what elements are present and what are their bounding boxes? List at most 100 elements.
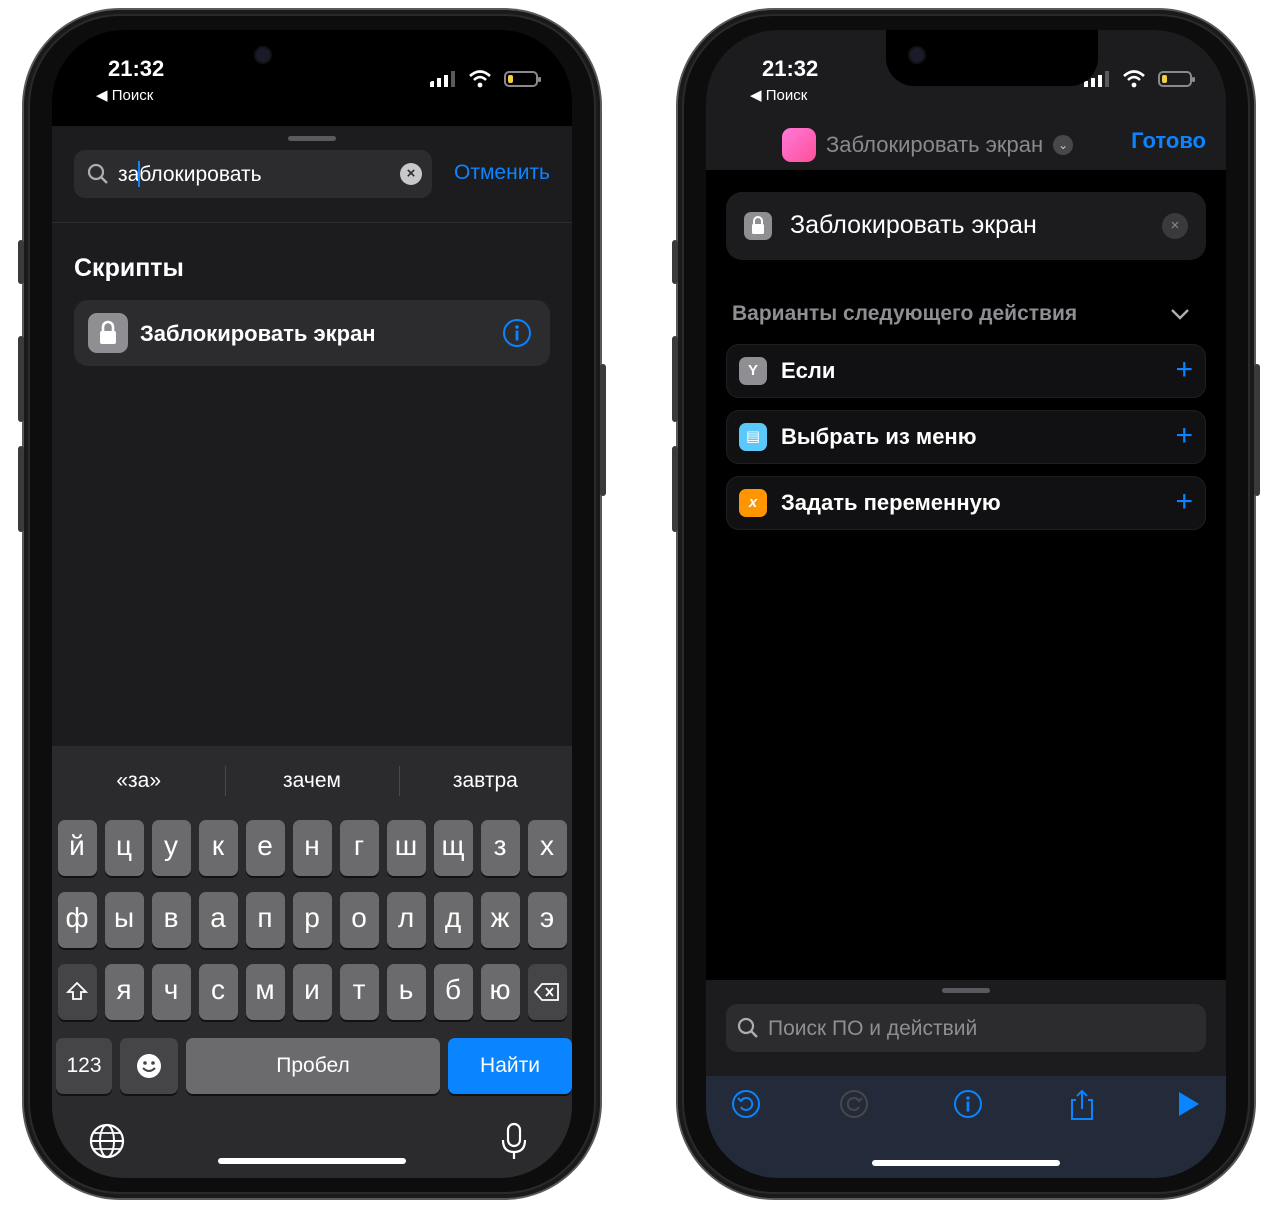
search-go-key[interactable]: Найти xyxy=(448,1038,572,1094)
menu-icon: ▤ xyxy=(739,423,767,451)
action-label: Заблокировать экран xyxy=(790,211,1037,239)
suggestion-item[interactable]: завтра xyxy=(398,746,572,816)
home-indicator[interactable] xyxy=(872,1160,1060,1166)
key[interactable]: ш xyxy=(386,820,426,876)
key[interactable]: ц xyxy=(104,820,144,876)
shortcut-result-item[interactable]: Заблокировать экран xyxy=(74,300,550,366)
globe-icon[interactable] xyxy=(88,1122,126,1160)
status-icons xyxy=(430,70,541,88)
key[interactable]: ч xyxy=(151,964,191,1020)
key[interactable]: в xyxy=(151,892,191,948)
microphone-icon[interactable] xyxy=(500,1122,528,1162)
status-time: 21:32 xyxy=(762,56,819,81)
play-icon[interactable] xyxy=(1172,1088,1204,1120)
key[interactable]: е xyxy=(245,820,285,876)
chevron-down-icon[interactable] xyxy=(1168,302,1192,326)
suggestion-label: Выбрать из меню xyxy=(781,424,977,449)
suggestion-item[interactable]: зачем xyxy=(225,746,398,816)
key[interactable]: л xyxy=(386,892,426,948)
sheet-grabber[interactable] xyxy=(942,988,990,993)
home-indicator[interactable] xyxy=(218,1158,406,1164)
shift-key[interactable] xyxy=(57,964,97,1020)
left-phone: 21:32 ◀ Поиск заблокировать × Отменить С xyxy=(18,10,606,1198)
clear-search-icon[interactable]: × xyxy=(400,163,422,185)
section-title: Скрипты xyxy=(74,254,184,282)
key[interactable]: к xyxy=(198,820,238,876)
back-to-search-link[interactable]: ◀ Поиск xyxy=(96,86,153,104)
workflow-title[interactable]: Заблокировать экран ⌄ xyxy=(782,128,1074,162)
battery-icon xyxy=(1158,71,1195,87)
remove-action-icon[interactable]: × xyxy=(1162,213,1188,239)
lock-icon xyxy=(744,212,772,240)
undo-icon[interactable] xyxy=(730,1088,762,1120)
suggestion-action-if[interactable]: Y Если + xyxy=(726,344,1206,398)
space-key[interactable]: Пробел xyxy=(186,1038,440,1094)
variable-icon: x xyxy=(739,489,767,517)
info-icon[interactable] xyxy=(952,1088,984,1120)
notch xyxy=(232,30,444,86)
key[interactable]: ы xyxy=(104,892,144,948)
suggestion-action-choose-menu[interactable]: ▤ Выбрать из меню + xyxy=(726,410,1206,464)
key[interactable]: у xyxy=(151,820,191,876)
action-card[interactable]: Заблокировать экран × xyxy=(726,192,1206,260)
suggestion-action-set-variable[interactable]: x Задать переменную + xyxy=(726,476,1206,530)
redo-icon[interactable] xyxy=(838,1088,870,1120)
key[interactable]: и xyxy=(292,964,332,1020)
key[interactable]: с xyxy=(198,964,238,1020)
editor-toolbar xyxy=(706,1076,1226,1178)
cancel-button[interactable]: Отменить xyxy=(454,161,550,185)
sheet-grabber[interactable] xyxy=(288,136,336,141)
share-icon[interactable] xyxy=(1066,1088,1098,1122)
add-icon[interactable]: + xyxy=(1175,419,1193,453)
info-icon[interactable] xyxy=(502,318,532,348)
key[interactable]: о xyxy=(339,892,379,948)
add-icon[interactable]: + xyxy=(1175,485,1193,519)
bottom-key-row: 123 Пробел Найти xyxy=(56,1038,572,1094)
actions-search-input[interactable]: Поиск ПО и действий xyxy=(726,1004,1206,1052)
key[interactable]: б xyxy=(433,964,473,1020)
key[interactable]: м xyxy=(245,964,285,1020)
key[interactable]: ю xyxy=(480,964,520,1020)
search-row: заблокировать × Отменить xyxy=(74,150,550,198)
numbers-key[interactable]: 123 xyxy=(56,1038,112,1094)
key[interactable]: д xyxy=(433,892,473,948)
divider xyxy=(52,222,572,223)
done-button[interactable]: Готово xyxy=(1131,128,1206,154)
workflow-name: Заблокировать экран xyxy=(826,132,1044,157)
key[interactable]: х xyxy=(527,820,567,876)
search-icon xyxy=(737,1017,758,1038)
wifi-icon xyxy=(1123,70,1145,88)
shift-icon xyxy=(65,981,89,1000)
key[interactable]: ь xyxy=(386,964,426,1020)
if-icon: Y xyxy=(739,357,767,385)
search-placeholder: Поиск ПО и действий xyxy=(768,1017,978,1040)
emoji-icon xyxy=(137,1054,161,1078)
key[interactable]: ф xyxy=(57,892,97,948)
suggestion-label: Если xyxy=(781,358,836,383)
back-to-search-link[interactable]: ◀ Поиск xyxy=(750,86,807,104)
suggestion-item[interactable]: «за» xyxy=(52,746,225,816)
key[interactable]: р xyxy=(292,892,332,948)
add-icon[interactable]: + xyxy=(1175,353,1193,387)
result-label: Заблокировать экран xyxy=(140,321,376,346)
key[interactable]: г xyxy=(339,820,379,876)
key[interactable]: ж xyxy=(480,892,520,948)
key[interactable]: й xyxy=(57,820,97,876)
key[interactable]: я xyxy=(104,964,144,1020)
actions-search-sheet: Поиск ПО и действий xyxy=(706,980,1226,1178)
chevron-down-icon[interactable]: ⌄ xyxy=(1053,135,1074,155)
emoji-key[interactable] xyxy=(120,1038,178,1094)
key[interactable]: э xyxy=(527,892,567,948)
key[interactable]: т xyxy=(339,964,379,1020)
delete-key[interactable] xyxy=(527,964,567,1020)
key[interactable]: п xyxy=(245,892,285,948)
right-phone: Заблокировать экран ⌄ Готово 21:32 ◀ Пои… xyxy=(672,10,1260,1198)
battery-icon xyxy=(504,71,541,87)
key[interactable]: щ xyxy=(433,820,473,876)
lock-icon xyxy=(88,313,128,353)
search-input[interactable]: заблокировать × xyxy=(74,150,432,198)
key[interactable]: а xyxy=(198,892,238,948)
key[interactable]: з xyxy=(480,820,520,876)
suggestion-bar: «за» зачем завтра xyxy=(52,746,572,816)
key[interactable]: н xyxy=(292,820,332,876)
